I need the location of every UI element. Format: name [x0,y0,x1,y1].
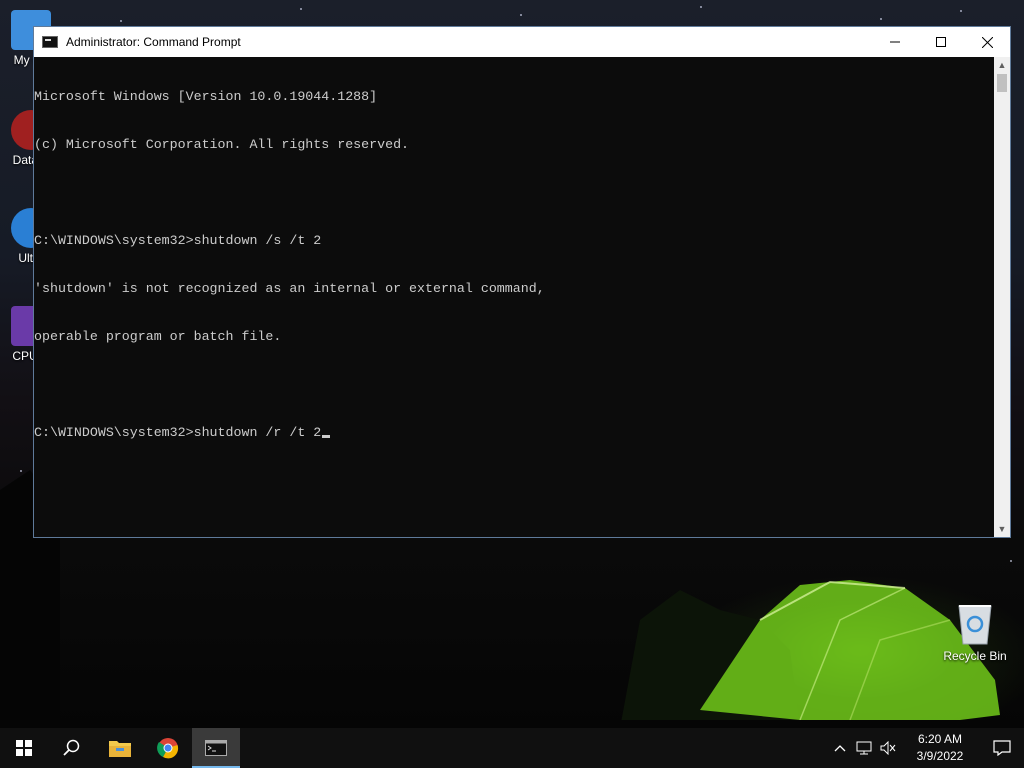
notification-button[interactable] [980,728,1024,768]
console-line: operable program or batch file. [34,329,282,344]
close-icon [981,36,993,48]
search-icon [63,739,80,756]
search-button[interactable] [48,728,96,768]
volume-muted-icon[interactable] [876,728,900,768]
chevron-up-icon[interactable] [828,728,852,768]
scroll-up-button[interactable]: ▲ [994,57,1010,73]
start-button[interactable] [0,728,48,768]
console-current-command: C:\WINDOWS\system32>shutdown /r /t 2 [34,425,322,440]
network-icon[interactable] [852,728,876,768]
clock-date: 3/9/2022 [916,749,964,763]
clock-time: 6:20 AM [917,732,963,746]
command-prompt-window[interactable]: Administrator: Command Prompt Microsoft … [33,26,1011,538]
close-button[interactable] [964,27,1010,57]
notification-icon [993,740,1011,756]
taskbar-command-prompt[interactable] [192,728,240,768]
text-cursor [322,435,331,438]
chrome-icon [157,738,179,759]
console-line: (c) Microsoft Corporation. All rights re… [34,137,410,152]
console-prompt-line[interactable]: C:\WINDOWS\system32>shutdown /r /t 2 [34,425,994,441]
console-line: C:\WINDOWS\system32>shutdown /s /t 2 [34,233,322,248]
minimize-icon [890,41,900,43]
console-line: Microsoft Windows [Version 10.0.19044.12… [34,89,378,104]
vertical-scrollbar[interactable]: ▲ ▼ [994,57,1010,537]
recycle-bin-icon [958,605,992,645]
window-titlebar[interactable]: Administrator: Command Prompt [34,27,1010,57]
desktop-icon-recycle-bin[interactable]: Recycle Bin [940,600,1010,663]
command-prompt-icon [205,740,227,756]
file-explorer-icon [109,741,131,757]
system-tray: 6:20 AM 3/9/2022 [828,728,1024,768]
taskbar-chrome[interactable] [144,728,192,768]
taskbar-file-explorer[interactable] [96,728,144,768]
start-icon [16,740,32,756]
window-controls [872,27,1010,57]
taskbar: 6:20 AM 3/9/2022 [0,728,1024,768]
console-line: 'shutdown' is not recognized as an inter… [34,281,545,296]
scroll-thumb[interactable] [997,74,1007,92]
console-output[interactable]: Microsoft Windows [Version 10.0.19044.12… [34,57,994,537]
minimize-button[interactable] [872,27,918,57]
scroll-down-button[interactable]: ▼ [994,521,1010,537]
command-prompt-icon [42,36,58,48]
maximize-icon [936,37,946,47]
maximize-button[interactable] [918,27,964,57]
recycle-bin-label: Recycle Bin [943,649,1007,663]
window-title: Administrator: Command Prompt [66,35,241,49]
taskbar-clock[interactable]: 6:20 AM 3/9/2022 [900,731,980,765]
